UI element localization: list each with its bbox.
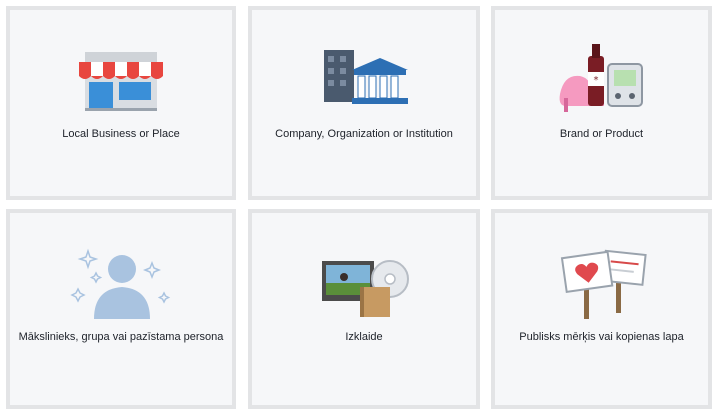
category-card-entertainment[interactable]: Izklaide [248, 209, 480, 409]
category-label: Izklaide [345, 331, 383, 343]
category-label: Company, Organization or Institution [275, 128, 453, 140]
category-card-cause-community[interactable]: Publisks mērķis vai kopienas lapa [491, 209, 712, 409]
category-label: Publisks mērķis vai kopienas lapa [519, 331, 684, 343]
category-label: Mākslinieks, grupa vai pazīstama persona [18, 331, 224, 343]
category-label: Local Business or Place [62, 128, 180, 140]
cause-community-icon [560, 249, 647, 319]
category-label: Brand or Product [559, 128, 644, 140]
storefront-icon [79, 52, 163, 111]
category-card-brand-product[interactable]: * Brand or Product [491, 6, 712, 200]
artist-person-icon [70, 248, 171, 319]
brand-product-icon: * [559, 44, 643, 112]
category-card-local-business[interactable]: Local Business or Place [6, 6, 236, 200]
category-card-company[interactable]: Company, Organization or Institution [248, 6, 480, 200]
entertainment-icon [322, 260, 409, 317]
category-card-artist[interactable]: Mākslinieks, grupa vai pazīstama persona [6, 209, 236, 409]
company-building-icon [324, 50, 408, 104]
svg-text:*: * [593, 75, 598, 86]
